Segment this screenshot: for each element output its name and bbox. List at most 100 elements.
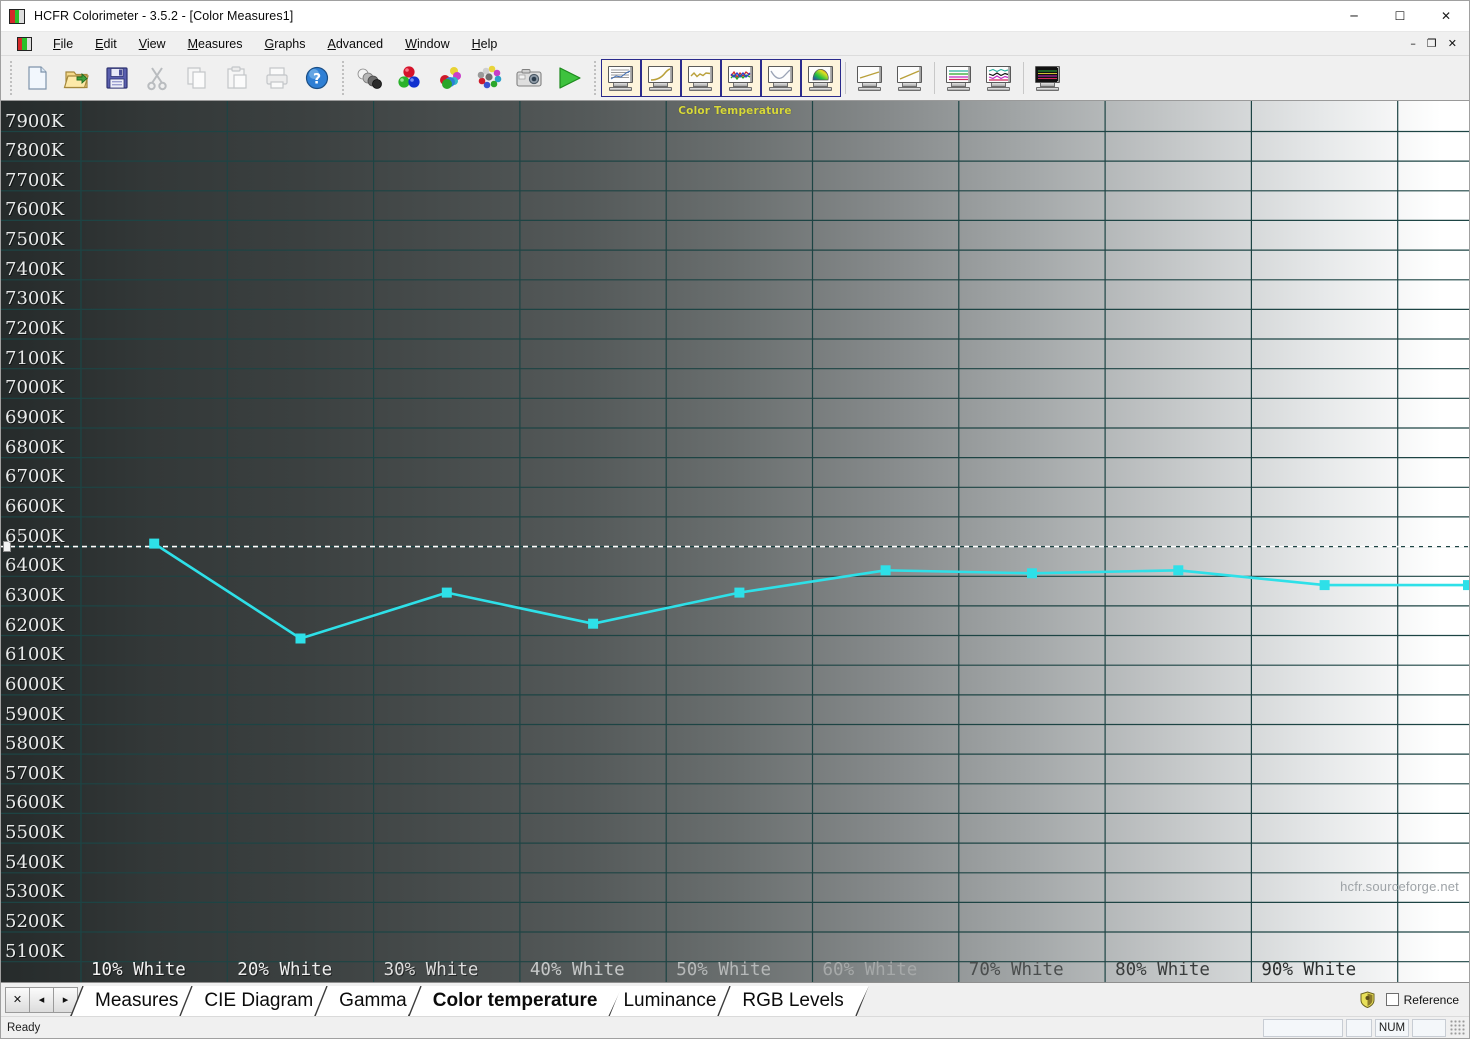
monitor-gamma-icon xyxy=(647,65,675,91)
maximize-button[interactable]: ☐ xyxy=(1377,1,1423,32)
toolbar-grip-views[interactable] xyxy=(592,61,598,95)
tab-prev-button[interactable]: ◂ xyxy=(29,986,54,1013)
chart-area[interactable]: Color Temperature 7900K 7800K 7700K 7600K 75… xyxy=(1,101,1469,982)
mdi-minimize-icon[interactable]: – xyxy=(1410,38,1416,49)
mdi-close-icon[interactable]: ✕ xyxy=(1448,38,1457,49)
tab-label: Gamma xyxy=(339,990,407,1011)
new-document-button[interactable] xyxy=(17,59,57,97)
reference-line-handle[interactable] xyxy=(3,540,11,552)
resize-grip[interactable] xyxy=(1450,1019,1466,1036)
toolbar-grip-measure[interactable] xyxy=(340,61,346,95)
watermark-text: hcfr.sourceforge.net xyxy=(1340,879,1459,894)
tab-strip: ✕ ◂ ▸ Measures CIE Diagram Gamma Color temp… xyxy=(1,982,1469,1016)
menu-item-file[interactable]: File xyxy=(42,35,84,53)
menu-item-edit[interactable]: Edit xyxy=(84,35,128,53)
tab-label: Color temperature xyxy=(432,990,598,1011)
monitor-plain-a-icon xyxy=(856,65,884,91)
play-triangle-icon xyxy=(559,67,581,89)
document-logo-icon xyxy=(17,36,32,51)
application-window: HCFR Colorimeter - 3.5.2 - [Color Measur… xyxy=(0,0,1470,1039)
tab-label: RGB Levels xyxy=(742,990,844,1011)
cut-button[interactable] xyxy=(137,59,177,97)
rgb-lines-button[interactable] xyxy=(939,59,979,97)
status-pane-2 xyxy=(1346,1018,1372,1037)
status-message: Ready xyxy=(7,1021,41,1034)
view-measures-button[interactable] xyxy=(601,59,641,97)
view-gamma-button[interactable] xyxy=(641,59,681,97)
paste-button[interactable] xyxy=(217,59,257,97)
new-document-icon xyxy=(28,66,47,90)
run-measures-button[interactable] xyxy=(549,59,589,97)
maximize-icon: ☐ xyxy=(1394,9,1406,23)
tab-close-button[interactable]: ✕ xyxy=(5,986,30,1013)
reference-checkbox[interactable]: Reference xyxy=(1385,993,1459,1007)
primary-colors-button[interactable] xyxy=(389,59,429,97)
graph-a-button[interactable] xyxy=(850,59,890,97)
tab-luminance[interactable]: Luminance xyxy=(598,986,742,1016)
view-cie-button[interactable] xyxy=(801,59,841,97)
monitor-rgblevels-icon xyxy=(727,65,755,91)
all-colors-button[interactable] xyxy=(469,59,509,97)
monitor-measures-icon xyxy=(607,65,635,91)
help-question-icon: ? xyxy=(305,66,329,90)
help-button[interactable]: ? xyxy=(297,59,337,97)
open-folder-button[interactable] xyxy=(57,59,97,97)
toolbar-separator-1 xyxy=(845,62,846,94)
copy-icon xyxy=(187,67,206,89)
rgb-noise-button[interactable] xyxy=(979,59,1019,97)
title-bar: HCFR Colorimeter - 3.5.2 - [Color Measur… xyxy=(1,1,1469,32)
monitor-rgb-noise-icon xyxy=(985,65,1013,91)
print-button[interactable] xyxy=(257,59,297,97)
grayscale-measures-button[interactable] xyxy=(349,59,389,97)
toolbar-grip-file[interactable] xyxy=(8,61,14,95)
copy-button[interactable] xyxy=(177,59,217,97)
view-colortemp-button[interactable] xyxy=(681,59,721,97)
menu-item-window[interactable]: Window xyxy=(394,35,460,53)
monitor-dark-rgb-icon xyxy=(1034,65,1062,91)
menu-item-advanced[interactable]: Advanced xyxy=(317,35,395,53)
menu-item-graphs[interactable]: Graphs xyxy=(254,35,317,53)
camera-icon xyxy=(516,69,542,87)
status-pane-1 xyxy=(1263,1018,1343,1037)
monitor-cie-icon xyxy=(807,65,835,91)
menu-item-view[interactable]: View xyxy=(128,35,177,53)
tab-color-temperature[interactable]: Color temperature xyxy=(408,986,623,1016)
menu-item-measures[interactable]: Measures xyxy=(177,35,254,53)
reference-checkbox-box[interactable] xyxy=(1385,993,1399,1006)
dark-rgb-button[interactable] xyxy=(1028,59,1068,97)
minimize-button[interactable]: ─ xyxy=(1331,1,1377,32)
toolbar-separator-3 xyxy=(1023,62,1024,94)
tab-cie-diagram[interactable]: CIE Diagram xyxy=(179,986,338,1016)
paste-icon xyxy=(227,66,247,89)
menu-item-file-label-rest: ile xyxy=(60,36,74,51)
capture-button[interactable] xyxy=(509,59,549,97)
tab-gamma[interactable]: Gamma xyxy=(314,986,432,1016)
tab-nav-buttons: ✕ ◂ ▸ xyxy=(1,983,78,1016)
view-rgblevels-button[interactable] xyxy=(721,59,761,97)
secondary-colors-button[interactable] xyxy=(429,59,469,97)
tab-label: Measures xyxy=(95,990,179,1011)
monitor-luminance-icon xyxy=(767,65,795,91)
save-button[interactable] xyxy=(97,59,137,97)
tab-list: Measures CIE Diagram Gamma Color temperatur… xyxy=(70,983,869,1016)
shield-icon[interactable] xyxy=(1359,991,1376,1008)
secondaries-spheres-icon xyxy=(440,67,461,89)
tab-rgb-levels[interactable]: RGB Levels xyxy=(717,986,869,1016)
mdi-window-controls: – ❐ ✕ xyxy=(1410,38,1469,49)
view-luminance-button[interactable] xyxy=(761,59,801,97)
mdi-restore-icon[interactable]: ❐ xyxy=(1427,38,1437,49)
monitor-rgb-lines-icon xyxy=(945,65,973,91)
primaries-spheres-icon xyxy=(398,66,420,88)
grayscale-spheres-icon xyxy=(357,68,382,89)
graph-b-button[interactable] xyxy=(890,59,930,97)
close-button[interactable]: ✕ xyxy=(1423,1,1469,32)
toolbar: ? xyxy=(1,56,1469,101)
open-folder-icon xyxy=(63,71,89,89)
status-pane-4 xyxy=(1412,1018,1446,1037)
tab-measures[interactable]: Measures xyxy=(70,986,204,1016)
plot-grid-and-series xyxy=(1,101,1469,982)
menu-item-help[interactable]: Help xyxy=(461,35,509,53)
window-title: HCFR Colorimeter - 3.5.2 - [Color Measur… xyxy=(34,9,294,23)
tab-separator-icon xyxy=(855,986,869,1016)
tab-label: CIE Diagram xyxy=(204,990,314,1011)
